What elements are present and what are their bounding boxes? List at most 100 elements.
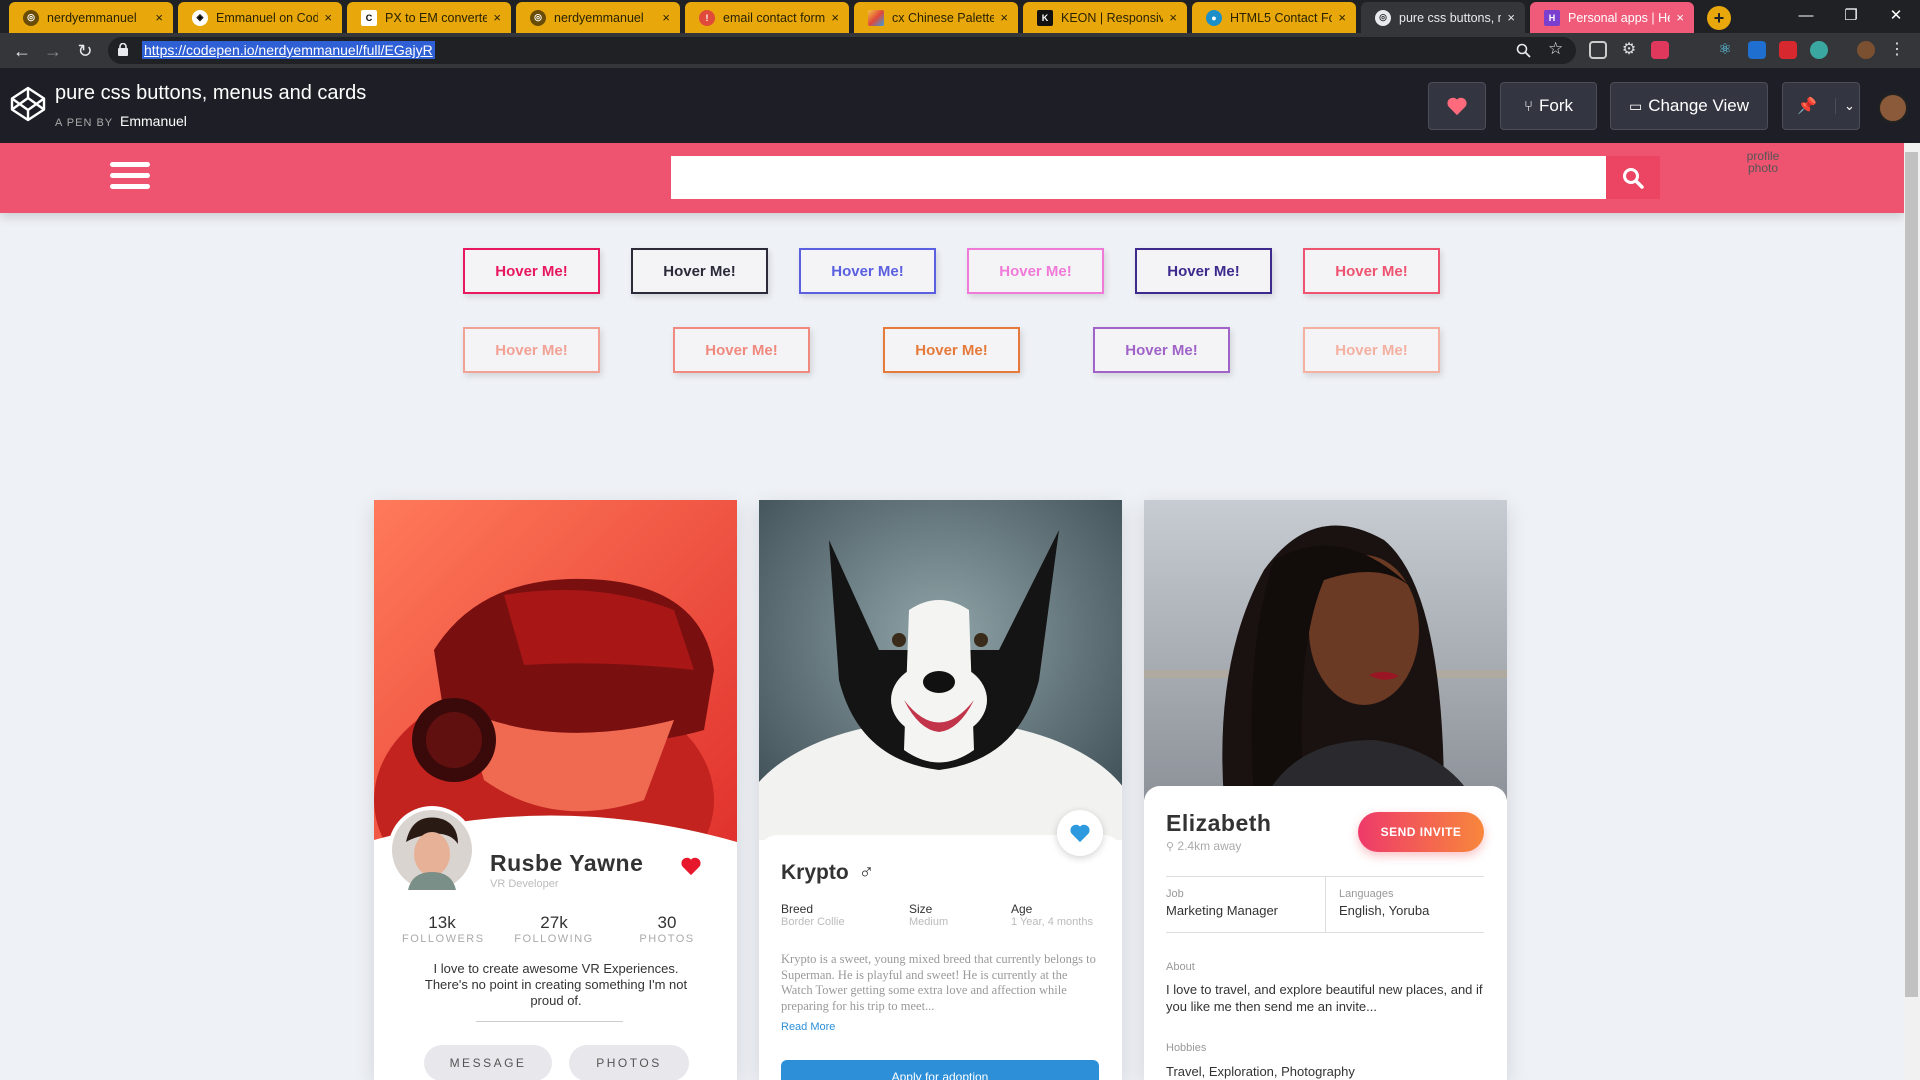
tab-close-icon[interactable]: × bbox=[831, 10, 839, 25]
codepen-logo-icon[interactable] bbox=[10, 86, 46, 122]
browser-tab[interactable]: C PX to EM converter × bbox=[347, 2, 511, 33]
fork-icon: ⑂ bbox=[1523, 97, 1533, 115]
browser-tab[interactable]: ◎ nerdyemmanuel × bbox=[516, 2, 680, 33]
fork-button[interactable]: ⑂ Fork bbox=[1500, 82, 1597, 130]
tab-close-icon[interactable]: × bbox=[155, 10, 163, 25]
form-favicon-icon: ! bbox=[699, 9, 715, 26]
read-more-link[interactable]: Read More bbox=[781, 1021, 835, 1033]
tab-title: PX to EM converter bbox=[385, 10, 488, 25]
tab-title: cx Chinese Palette bbox=[892, 10, 995, 25]
person-languages: Languages English, Yoruba bbox=[1339, 888, 1429, 918]
chevron-down-icon[interactable]: ⌄ bbox=[1835, 98, 1855, 114]
hover-me-button[interactable]: Hover Me! bbox=[463, 327, 600, 373]
browser-tab[interactable]: ! email contact form × bbox=[685, 2, 849, 33]
hover-me-button[interactable]: Hover Me! bbox=[1135, 248, 1272, 294]
languages-label: Languages bbox=[1339, 888, 1394, 900]
settings-gear-icon[interactable]: ⚙ bbox=[1620, 41, 1638, 59]
stat-followers[interactable]: 13k FOLLOWERS bbox=[402, 913, 483, 945]
search-input[interactable] bbox=[671, 156, 1606, 199]
browser-tab[interactable]: ● HTML5 Contact For × bbox=[1192, 2, 1356, 33]
hover-me-button[interactable]: Hover Me! bbox=[883, 327, 1020, 373]
tab-close-icon[interactable]: × bbox=[1338, 10, 1346, 25]
photos-button[interactable]: PHOTOS bbox=[569, 1045, 689, 1080]
bookmark-star-icon[interactable]: ☆ bbox=[1548, 39, 1563, 59]
restore-icon[interactable]: ❐ bbox=[1831, 4, 1871, 28]
hover-me-button[interactable]: Hover Me! bbox=[463, 248, 600, 294]
hover-me-button[interactable]: Hover Me! bbox=[631, 248, 768, 294]
hover-me-button[interactable]: Hover Me! bbox=[673, 327, 810, 373]
invite-card: Elizabeth ⚲ 2.4km away SEND INVITE Job M… bbox=[1144, 500, 1507, 1080]
search-icon bbox=[1623, 167, 1644, 189]
pet-attr-breed: Breed Border Collie bbox=[781, 902, 845, 928]
stat-following[interactable]: 27k FOLLOWING bbox=[514, 913, 594, 945]
dog-photo bbox=[759, 500, 1122, 840]
minimize-icon[interactable]: — bbox=[1786, 4, 1826, 28]
change-view-button[interactable]: ▭ Change View bbox=[1610, 82, 1768, 130]
apply-adoption-button[interactable]: Apply for adoption bbox=[781, 1060, 1099, 1080]
html5-favicon-icon: ● bbox=[1206, 9, 1222, 26]
tab-close-icon[interactable]: × bbox=[1000, 10, 1008, 25]
tab-close-icon[interactable]: × bbox=[1169, 10, 1177, 25]
heart-button[interactable] bbox=[1428, 82, 1486, 130]
attr-value: Medium bbox=[909, 916, 949, 928]
hover-me-button[interactable]: Hover Me! bbox=[1093, 327, 1230, 373]
stat-photos[interactable]: 30 PHOTOS bbox=[627, 913, 707, 945]
hamburger-menu-icon[interactable] bbox=[110, 162, 150, 192]
forward-icon[interactable]: → bbox=[41, 39, 65, 63]
scrollbar-thumb[interactable] bbox=[1905, 152, 1918, 997]
hover-me-button[interactable]: Hover Me! bbox=[1303, 248, 1440, 294]
favorite-button[interactable] bbox=[1057, 810, 1103, 856]
extension-icon[interactable] bbox=[1651, 41, 1669, 59]
react-devtools-icon[interactable]: ⚛ bbox=[1716, 41, 1734, 59]
profile-name: Rusbe Yawne bbox=[490, 850, 644, 876]
extension-icon[interactable] bbox=[1748, 41, 1766, 59]
zoom-icon[interactable] bbox=[1516, 43, 1531, 58]
chrome-profile-avatar[interactable] bbox=[1857, 41, 1875, 59]
profile-photo-broken-image[interactable]: profile photo bbox=[1733, 150, 1793, 174]
hover-me-button[interactable]: Hover Me! bbox=[967, 248, 1104, 294]
close-window-icon[interactable]: ✕ bbox=[1876, 4, 1916, 28]
address-bar[interactable]: https://codepen.io/nerdyemmanuel/full/EG… bbox=[108, 37, 1576, 64]
browser-tab[interactable]: K KEON | Responsive × bbox=[1023, 2, 1187, 33]
pet-attr-age: Age 1 Year, 4 months bbox=[1011, 902, 1093, 928]
hover-me-button[interactable]: Hover Me! bbox=[1303, 327, 1440, 373]
hover-me-button[interactable]: Hover Me! bbox=[799, 248, 936, 294]
reload-icon[interactable]: ↻ bbox=[73, 39, 97, 63]
browser-tab-active[interactable]: ◎ pure css buttons, m × bbox=[1361, 2, 1525, 33]
pet-card: Krypto ♂ Breed Border Collie Size Medium… bbox=[759, 500, 1122, 1080]
extension-icon[interactable] bbox=[1810, 41, 1828, 59]
by-label: A PEN BY bbox=[55, 117, 113, 129]
chrome-menu-icon[interactable]: ⋮ bbox=[1888, 41, 1906, 59]
new-tab-button[interactable]: + bbox=[1707, 6, 1731, 30]
change-view-icon: ▭ bbox=[1628, 97, 1643, 114]
pet-description: Krypto is a sweet, young mixed breed tha… bbox=[781, 952, 1096, 1013]
browser-tab[interactable]: ◎ nerdyemmanuel × bbox=[9, 2, 173, 33]
search-button[interactable] bbox=[1606, 156, 1660, 199]
extension-icon[interactable] bbox=[1779, 41, 1797, 59]
back-icon[interactable]: ← bbox=[10, 39, 34, 63]
browser-tab[interactable]: ◈ Emmanuel on Code × bbox=[178, 2, 342, 33]
url-text[interactable]: https://codepen.io/nerdyemmanuel/full/EG… bbox=[142, 41, 435, 59]
tab-close-icon[interactable]: × bbox=[662, 10, 670, 25]
tab-title: nerdyemmanuel bbox=[554, 10, 644, 25]
heart-icon[interactable] bbox=[680, 856, 702, 876]
tab-close-icon[interactable]: × bbox=[493, 10, 501, 25]
attr-label: Size bbox=[909, 902, 933, 916]
tab-close-icon[interactable]: × bbox=[1507, 10, 1515, 25]
lock-icon bbox=[118, 43, 128, 56]
stat-value: 27k bbox=[540, 913, 568, 932]
hobbies-text: Travel, Exploration, Photography bbox=[1166, 1064, 1355, 1079]
user-avatar[interactable] bbox=[1878, 93, 1908, 123]
author-link[interactable]: Emmanuel bbox=[120, 113, 187, 129]
location-pin-icon: ⚲ bbox=[1166, 841, 1175, 853]
browser-tab[interactable]: cx Chinese Palette × bbox=[854, 2, 1018, 33]
extension-icon[interactable] bbox=[1589, 41, 1607, 59]
tab-close-icon[interactable]: × bbox=[1676, 10, 1684, 25]
send-invite-button[interactable]: SEND INVITE bbox=[1358, 812, 1484, 852]
pet-name-row: Krypto ♂ bbox=[781, 861, 874, 885]
browser-tab[interactable]: H Personal apps | Her × bbox=[1530, 2, 1694, 33]
message-button[interactable]: MESSAGE bbox=[424, 1045, 552, 1080]
codepen-favicon-icon: ◈ bbox=[192, 9, 208, 26]
tab-close-icon[interactable]: × bbox=[324, 10, 332, 25]
pin-button[interactable]: 📌 ⌄ bbox=[1782, 82, 1860, 130]
